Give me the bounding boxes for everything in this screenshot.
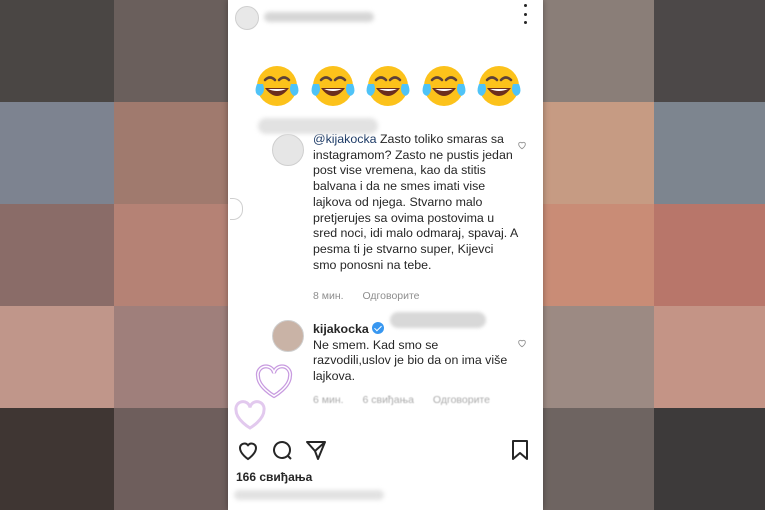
comment-likes[interactable]: 6 свиђања (362, 394, 414, 406)
like-heart-icon[interactable] (517, 140, 527, 150)
comment-time: 8 мин. (313, 290, 344, 302)
like-heart-icon[interactable] (517, 338, 527, 348)
avatar[interactable] (272, 320, 304, 352)
tears-of-joy-emoji (311, 66, 354, 106)
avatar[interactable] (272, 134, 304, 166)
mosaic-tile (654, 204, 765, 306)
likes-count[interactable]: 166 свиђања (236, 470, 312, 484)
mosaic-tile (0, 102, 114, 204)
comment-time: 6 мин. (313, 394, 344, 406)
tears-of-joy-emoji (366, 66, 410, 106)
mosaic-tile (0, 204, 114, 306)
comment-username[interactable]: kijakocka (313, 322, 369, 336)
blurred-caption (234, 490, 384, 500)
mosaic-tile (0, 408, 114, 510)
mosaic-tile (114, 102, 228, 204)
comment-body: Ne smem. Kad smo se razvodili,uslov je b… (313, 337, 508, 384)
heart-icon[interactable] (236, 438, 260, 462)
mosaic-tile (654, 102, 765, 204)
mosaic-tile (543, 306, 654, 408)
bookmark-icon[interactable] (508, 438, 532, 462)
comment-icon[interactable] (270, 438, 294, 462)
avatar[interactable] (235, 6, 259, 30)
share-icon[interactable] (304, 438, 328, 462)
blurred-username (264, 12, 374, 22)
comment-meta: 8 мин. Одговорите (313, 290, 436, 302)
mosaic-tile (543, 0, 654, 102)
blurred-mention (390, 312, 486, 328)
post-actions (228, 436, 543, 464)
tears-of-joy-emoji (477, 66, 521, 106)
comment-text: kijakocka Ne smem. Kad smo se razvodili,… (313, 322, 518, 385)
reply-link[interactable]: Одговорите (433, 394, 490, 406)
mention-link[interactable]: @kijakocka (313, 132, 377, 146)
mosaic-tile (0, 0, 114, 102)
mosaic-tile (654, 0, 765, 102)
mosaic-tile (543, 102, 654, 204)
comment-text: @kijakocka Zasto toliko smaras sa instag… (313, 132, 518, 273)
verified-badge-icon (371, 322, 384, 334)
tears-of-joy-emoji (255, 66, 299, 106)
mosaic-tile (543, 408, 654, 510)
blurred-username (258, 118, 378, 134)
mosaic-tile (114, 204, 228, 306)
tears-of-joy-emoji (422, 66, 465, 106)
mosaic-tile (654, 306, 765, 408)
instagram-post-screenshot: @kijakocka Zasto toliko smaras sa instag… (228, 0, 543, 510)
reply-link[interactable]: Одговорите (362, 290, 419, 302)
mosaic-tile (543, 204, 654, 306)
mosaic-tile (114, 306, 228, 408)
emoji-row (253, 62, 523, 114)
mosaic-tile (114, 0, 228, 102)
comment-body: Zasto toliko smaras sa instagramom? Zast… (313, 132, 518, 272)
mosaic-tile (0, 306, 114, 408)
comment-meta: 6 мин. 6 свиђања Одговорите (313, 394, 506, 406)
post-header (228, 0, 543, 36)
more-options-icon[interactable] (519, 4, 531, 24)
mosaic-tile (654, 408, 765, 510)
hidden-reply-indicator-icon (230, 198, 243, 220)
hearts-sticker-icon (234, 364, 293, 430)
mosaic-tile (114, 408, 228, 510)
